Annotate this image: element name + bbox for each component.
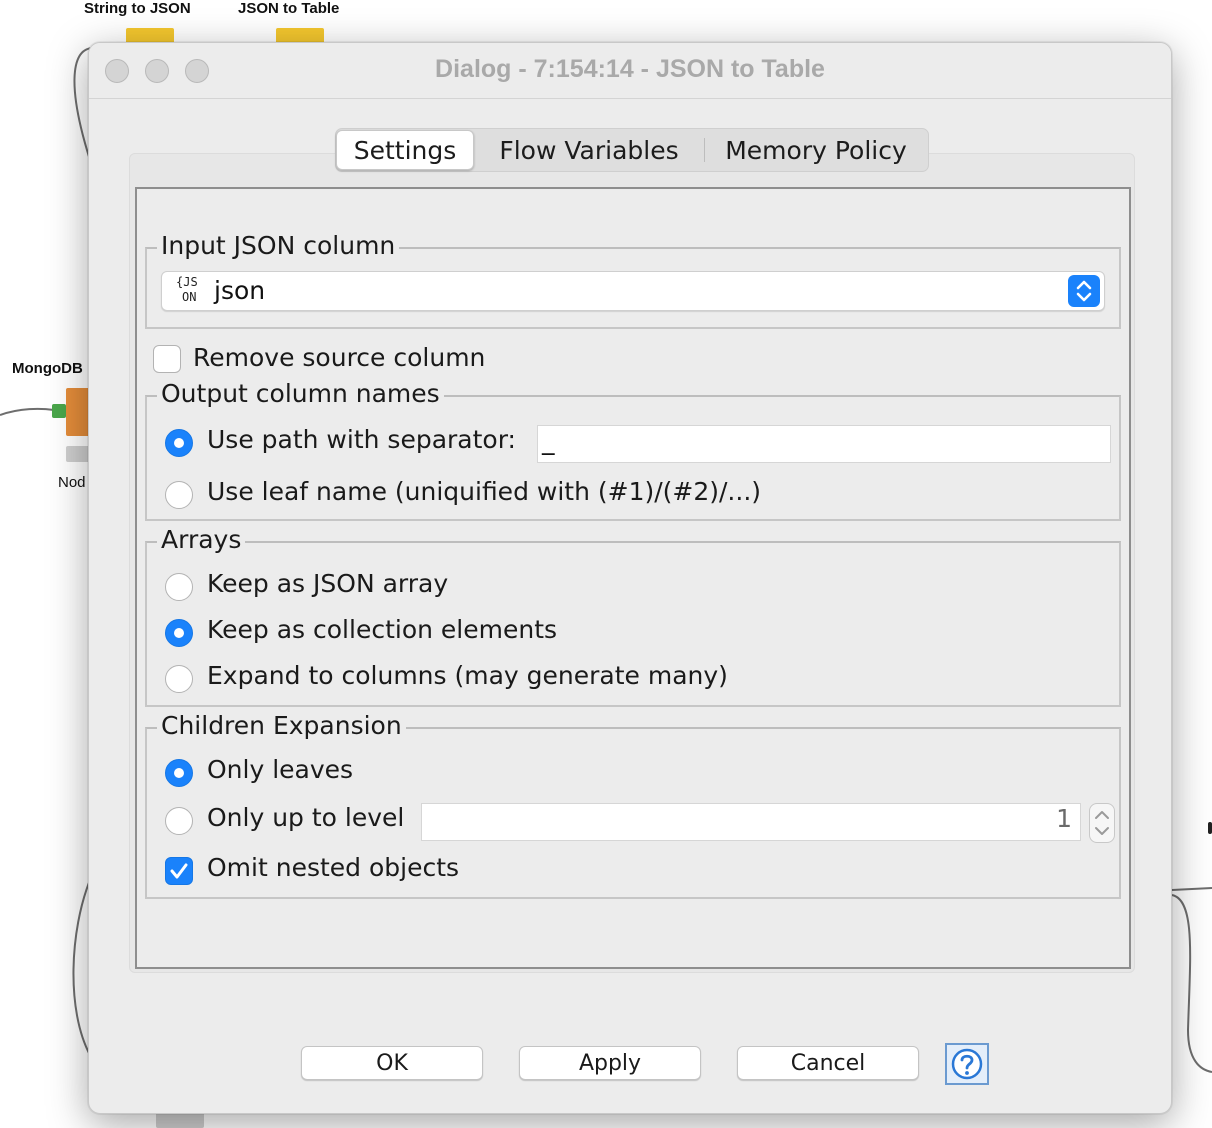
input-json-column-title: Input JSON column bbox=[157, 231, 400, 260]
output-column-names-title: Output column names bbox=[157, 379, 444, 408]
window-title: Dialog - 7:154:14 - JSON to Table bbox=[435, 55, 825, 83]
node-label-json-to-table: JSON to Table bbox=[238, 0, 340, 17]
arrays-group: Arrays Keep as JSON array Keep as collec… bbox=[145, 525, 1121, 707]
only-up-to-level-label: Only up to level bbox=[207, 803, 405, 832]
only-up-to-level-radio[interactable] bbox=[165, 807, 193, 835]
json-column-select[interactable]: {JS ON json bbox=[161, 271, 1105, 311]
tab-memory-policy[interactable]: Memory Policy bbox=[705, 129, 927, 171]
cancel-button[interactable]: Cancel bbox=[737, 1046, 919, 1080]
only-leaves-radio[interactable] bbox=[165, 759, 193, 787]
canvas-edge-mark bbox=[1208, 822, 1212, 834]
title-bar[interactable]: Dialog - 7:154:14 - JSON to Table bbox=[89, 43, 1171, 99]
tab-settings[interactable]: Settings bbox=[336, 130, 474, 170]
keep-collection-elements-radio[interactable] bbox=[165, 619, 193, 647]
settings-panel: Input JSON column {JS ON json Remove sou… bbox=[135, 187, 1131, 969]
omit-nested-objects-label: Omit nested objects bbox=[207, 853, 460, 882]
json-icon-bottom-text: ON bbox=[182, 290, 197, 304]
dialog-window: Dialog - 7:154:14 - JSON to Table Settin… bbox=[88, 42, 1172, 1114]
keep-json-array-label: Keep as JSON array bbox=[207, 569, 449, 598]
help-question-icon bbox=[951, 1048, 983, 1080]
expand-to-columns-label: Expand to columns (may generate many) bbox=[207, 661, 728, 690]
expand-to-columns-radio[interactable] bbox=[165, 665, 193, 693]
node-label-node: Nod bbox=[58, 474, 86, 491]
use-path-label: Use path with separator: bbox=[207, 425, 516, 454]
use-leaf-name-radio[interactable] bbox=[165, 481, 193, 509]
json-column-icon: {JS ON bbox=[176, 275, 210, 309]
help-button[interactable] bbox=[945, 1043, 989, 1085]
use-leaf-name-label: Use leaf name (uniquified with (#1)/(#2)… bbox=[207, 477, 762, 506]
node-status-lights-bottom bbox=[156, 1112, 204, 1128]
node-label-mongodb: MongoDB bbox=[12, 360, 83, 377]
remove-source-column-label: Remove source column bbox=[193, 343, 486, 372]
remove-source-column-checkbox[interactable] bbox=[153, 345, 181, 373]
output-column-names-group: Output column names Use path with separa… bbox=[145, 379, 1121, 521]
children-expansion-group: Children Expansion Only leaves Only up t… bbox=[145, 711, 1121, 899]
input-json-column-group: Input JSON column {JS ON json bbox=[145, 231, 1121, 329]
json-column-value: json bbox=[214, 276, 266, 305]
tab-bar: Settings Flow Variables Memory Policy bbox=[335, 128, 929, 172]
ok-button[interactable]: OK bbox=[301, 1046, 483, 1080]
omit-nested-objects-checkbox[interactable] bbox=[165, 857, 193, 885]
checkmark-icon bbox=[170, 863, 188, 879]
level-input[interactable]: 1 bbox=[421, 803, 1081, 841]
keep-collection-elements-label: Keep as collection elements bbox=[207, 615, 558, 644]
keep-json-array-radio[interactable] bbox=[165, 573, 193, 601]
level-stepper[interactable] bbox=[1089, 803, 1115, 843]
apply-button[interactable]: Apply bbox=[519, 1046, 701, 1080]
use-path-radio[interactable] bbox=[165, 429, 193, 457]
arrays-title: Arrays bbox=[157, 525, 246, 554]
node-input-port[interactable] bbox=[52, 404, 66, 418]
chevron-up-down-icon[interactable] bbox=[1068, 275, 1100, 307]
node-label-string-to-json: String to JSON bbox=[84, 0, 191, 17]
children-expansion-title: Children Expansion bbox=[157, 711, 406, 740]
stepper-arrows-icon bbox=[1095, 811, 1109, 835]
tab-flow-variables[interactable]: Flow Variables bbox=[474, 129, 704, 171]
json-icon-top-text: {JS bbox=[176, 275, 198, 289]
only-leaves-label: Only leaves bbox=[207, 755, 354, 784]
separator-input[interactable]: _ bbox=[537, 425, 1111, 463]
